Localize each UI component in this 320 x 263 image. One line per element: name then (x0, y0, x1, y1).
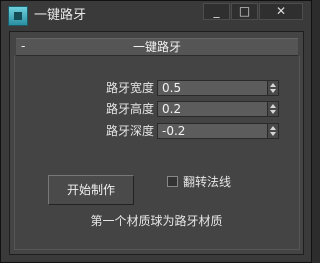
rollout-title: 一键路牙 (132, 40, 181, 54)
curb-depth-label: 路牙深度 (106, 124, 155, 138)
curb-height-value[interactable]: 0.2 (162, 102, 181, 116)
arrow-up-icon[interactable] (270, 83, 276, 87)
minimize-button[interactable]: _ (203, 3, 230, 20)
arrow-up-icon[interactable] (270, 126, 276, 130)
arrow-down-icon[interactable] (270, 132, 276, 136)
maximize-button[interactable]: □ (231, 3, 258, 20)
spinner-arrows-icon[interactable] (267, 102, 278, 116)
curb-width-label: 路牙宽度 (106, 81, 155, 95)
curb-depth-value[interactable]: -0.2 (162, 124, 185, 138)
spinner-arrows-icon[interactable] (267, 124, 278, 138)
curb-depth-spinner[interactable]: -0.2 (157, 123, 279, 139)
script-window: 一键路牙 _ □ ✕ - 一键路牙 路牙宽度 0.5 路牙高度 0.2 路牙深度… (0, 0, 312, 263)
rollout-header[interactable]: - 一键路牙 (16, 38, 298, 56)
client-area: - 一键路牙 路牙宽度 0.5 路牙高度 0.2 路牙深度 -0.2 开始制作 … (9, 31, 304, 255)
curb-height-spinner[interactable]: 0.2 (157, 101, 279, 117)
title-bar[interactable]: 一键路牙 _ □ ✕ (1, 1, 311, 31)
arrow-down-icon[interactable] (270, 110, 276, 114)
arrow-up-icon[interactable] (270, 104, 276, 108)
arrow-down-icon[interactable] (270, 89, 276, 93)
flip-normals-label[interactable]: 翻转法线 (183, 174, 231, 190)
start-button[interactable]: 开始制作 (48, 175, 134, 205)
curb-height-label: 路牙高度 (106, 102, 155, 116)
material-note: 第一个材质球为路牙材质 (90, 214, 223, 228)
spinner-arrows-icon[interactable] (267, 81, 278, 95)
window-title: 一键路牙 (34, 8, 87, 23)
app-icon (8, 6, 28, 26)
curb-width-spinner[interactable]: 0.5 (157, 80, 279, 96)
close-button[interactable]: ✕ (259, 3, 303, 20)
flip-normals-checkbox[interactable] (167, 176, 178, 187)
curb-width-value[interactable]: 0.5 (162, 81, 181, 95)
